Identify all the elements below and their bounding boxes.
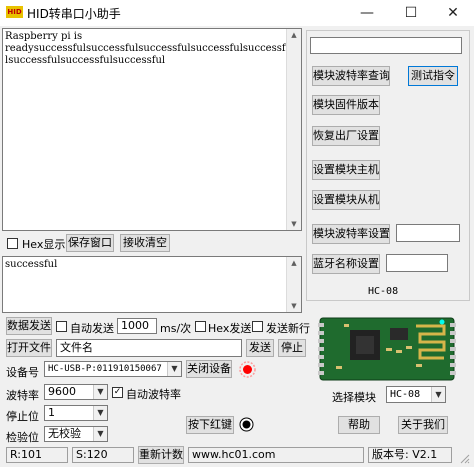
hex-display-checkbox[interactable] [7, 238, 18, 249]
parity-select[interactable]: 无校验 ▼ [44, 426, 108, 442]
baud-label: 波特率 [6, 389, 39, 402]
query-baud-button[interactable]: 模块波特率查询 [312, 66, 390, 86]
window-title: HID转串口小助手 [27, 7, 121, 21]
scroll-down-icon[interactable]: ▼ [287, 220, 301, 228]
tx-count: S:120 [72, 447, 134, 463]
close-button[interactable]: ✕ [432, 0, 474, 26]
receive-textarea[interactable]: Raspberry pi is readysuccessfulsuccessfu… [2, 28, 302, 231]
interval-input[interactable]: 1000 [117, 318, 157, 334]
set-bt-name-input[interactable] [386, 254, 448, 272]
receive-line: lsuccessfulsuccessfulsuccessful [5, 55, 166, 66]
set-baud-input[interactable] [396, 224, 460, 242]
receive-text: Raspberry pi is readysuccessfulsuccessfu… [5, 31, 292, 67]
chevron-down-icon[interactable]: ▼ [93, 385, 107, 399]
maximize-button[interactable]: ☐ [390, 0, 432, 26]
scroll-up-icon[interactable]: ▲ [287, 31, 301, 39]
set-baud-button[interactable]: 模块波特率设置 [312, 224, 390, 244]
title-bar: HID HID转串口小助手 — ☐ ✕ [0, 0, 474, 26]
help-button[interactable]: 帮助 [338, 416, 380, 434]
open-file-button[interactable]: 打开文件 [6, 339, 52, 357]
clear-receive-button[interactable]: 接收清空 [120, 234, 170, 252]
timed-send-checkbox[interactable] [56, 321, 67, 332]
device-label: 设备号 [6, 366, 39, 379]
auto-baud-label: 自动波特率 [126, 388, 181, 401]
select-module-select[interactable]: HC-08 ▼ [386, 386, 446, 403]
press-red-key-button[interactable]: 按下红键 [186, 416, 234, 434]
chevron-down-icon[interactable]: ▼ [167, 362, 181, 376]
command-input[interactable] [310, 37, 462, 54]
set-master-button[interactable]: 设置模块主机 [312, 160, 380, 180]
about-us-button[interactable]: 关于我们 [398, 416, 448, 434]
send-newline-label: 发送新行 [266, 322, 310, 335]
interval-unit-label: ms/次 [160, 322, 192, 335]
hex-send-checkbox[interactable] [195, 321, 206, 332]
module-image [316, 316, 458, 382]
scroll-down-icon[interactable]: ▼ [287, 302, 301, 310]
device-select[interactable]: HC-USB-P:011910150067 ▼ [44, 361, 182, 377]
auto-baud-checkbox[interactable]: ✓ [112, 387, 123, 398]
close-device-button[interactable]: 关闭设备 [186, 360, 232, 378]
set-bt-name-button[interactable]: 蓝牙名称设置 [312, 254, 380, 274]
rx-count: R:101 [6, 447, 68, 463]
hex-display-label: Hex显示 [22, 238, 66, 251]
minimize-button[interactable]: — [346, 0, 388, 26]
data-send-button[interactable]: 数据发送 [6, 317, 52, 335]
receive-line: Raspberry pi is [5, 31, 83, 42]
baud-select-value: 9600 [48, 385, 76, 398]
scroll-up-icon[interactable]: ▲ [287, 259, 301, 267]
stop-bit-select-value: 1 [48, 406, 55, 419]
red-key-icon [239, 417, 254, 432]
firmware-version-button[interactable]: 模块固件版本 [312, 95, 380, 115]
send-file-button[interactable]: 发送 [246, 339, 274, 357]
save-window-button[interactable]: 保存窗口 [66, 234, 114, 252]
select-module-value: HC-08 [390, 389, 421, 400]
device-select-value: HC-USB-P:011910150067 [48, 364, 162, 374]
chevron-down-icon[interactable]: ▼ [93, 427, 107, 441]
send-text: successful [5, 259, 58, 270]
file-name-input[interactable]: 文件名 [56, 339, 242, 357]
app-icon: HID [6, 6, 23, 18]
receive-line: readysuccessfulsuccessfulsuccessfulsucce… [5, 43, 292, 54]
chevron-down-icon[interactable]: ▼ [431, 387, 445, 402]
reset-count-button[interactable]: 重新计数 [138, 446, 184, 464]
resize-grip-icon[interactable] [458, 452, 470, 464]
version-label: 版本号: V2.1 [368, 447, 452, 463]
stop-bit-select[interactable]: 1 ▼ [44, 405, 108, 421]
stop-bit-label: 停止位 [6, 410, 39, 423]
timed-send-label: 自动发送 [70, 322, 114, 335]
hex-send-label: Hex发送 [208, 322, 252, 335]
chevron-down-icon[interactable]: ▼ [93, 406, 107, 420]
receive-scrollbar[interactable]: ▲ ▼ [286, 29, 301, 230]
group-label: HC-08 [368, 286, 399, 297]
select-module-label: 选择模块 [332, 391, 376, 404]
parity-label: 检验位 [6, 431, 39, 444]
send-textarea[interactable]: successful ▲ ▼ [2, 256, 302, 313]
stop-button[interactable]: 停止 [278, 339, 306, 357]
test-command-button[interactable]: 测试指令 [408, 66, 458, 86]
baud-select[interactable]: 9600 ▼ [44, 384, 108, 400]
send-newline-checkbox[interactable] [252, 321, 263, 332]
status-led-icon [239, 361, 256, 378]
factory-reset-button[interactable]: 恢复出厂设置 [312, 126, 380, 146]
website-url[interactable]: www.hc01.com [188, 447, 364, 463]
send-scrollbar[interactable]: ▲ ▼ [286, 257, 301, 312]
parity-select-value: 无校验 [48, 427, 81, 440]
set-slave-button[interactable]: 设置模块从机 [312, 190, 380, 210]
